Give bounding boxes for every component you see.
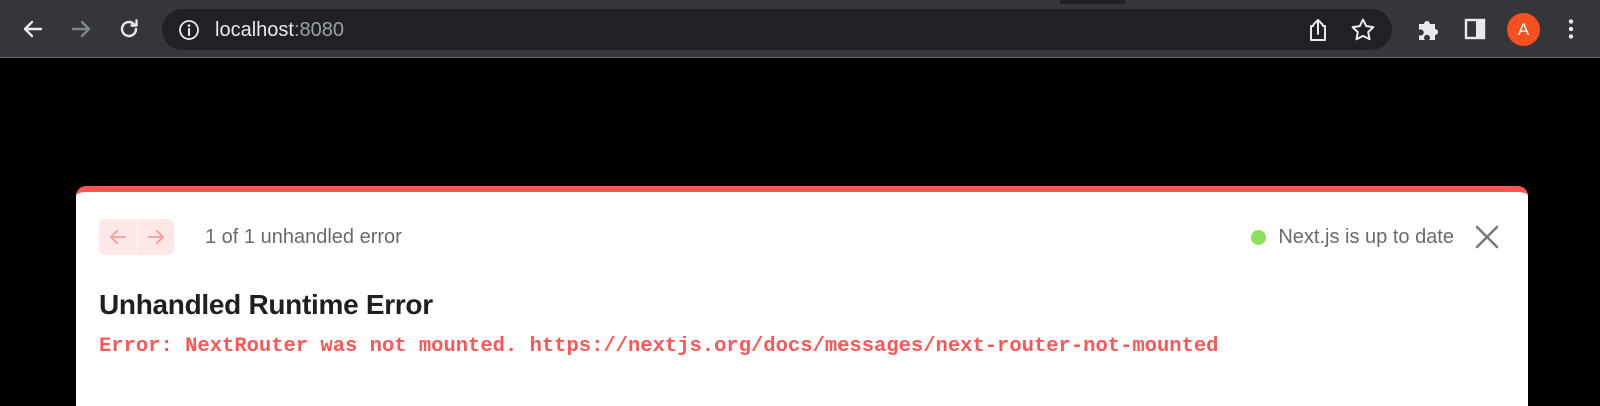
error-pagination [99, 219, 174, 255]
back-button[interactable] [14, 10, 52, 48]
error-overlay-dialog: 1 of 1 unhandled error Next.js is up to … [76, 186, 1528, 406]
profile-avatar[interactable]: A [1507, 13, 1540, 46]
close-overlay-button[interactable] [1472, 222, 1502, 252]
error-title: Unhandled Runtime Error [99, 289, 433, 320]
url-port: :8080 [293, 19, 344, 41]
next-error-button[interactable] [136, 219, 175, 255]
browser-menu-button[interactable] [1552, 10, 1590, 48]
side-panel-icon [1464, 18, 1486, 40]
browser-toolbar: localhost:8080 A [0, 0, 1600, 58]
status-text: Next.js is up to date [1278, 226, 1454, 248]
error-message: Error: NextRouter was not mounted. https… [99, 335, 1219, 358]
share-icon[interactable] [1306, 17, 1330, 43]
previous-error-button[interactable] [99, 219, 137, 255]
reload-icon [120, 19, 138, 38]
reload-button[interactable] [110, 10, 148, 48]
arrow-left-icon [23, 20, 43, 38]
forward-button[interactable] [62, 10, 100, 48]
url-host: localhost [215, 19, 294, 41]
side-panel-button[interactable] [1456, 10, 1494, 48]
error-count-text: 1 of 1 unhandled error [205, 226, 402, 248]
url-text[interactable]: localhost:8080 [215, 19, 344, 41]
arrow-right-icon [71, 20, 91, 38]
info-icon[interactable] [178, 19, 200, 41]
extensions-button[interactable] [1409, 10, 1447, 48]
tab-strip [0, 0, 1600, 4]
status-dot-icon [1251, 229, 1267, 245]
star-icon[interactable] [1350, 17, 1376, 43]
arrow-left-icon [109, 230, 126, 244]
puzzle-icon [1419, 21, 1438, 40]
address-bar[interactable]: localhost:8080 [162, 9, 1392, 50]
kebab-menu-icon [1568, 19, 1574, 39]
close-icon [1475, 225, 1499, 249]
version-status: Next.js is up to date [1251, 225, 1454, 249]
arrow-right-icon [147, 230, 164, 244]
